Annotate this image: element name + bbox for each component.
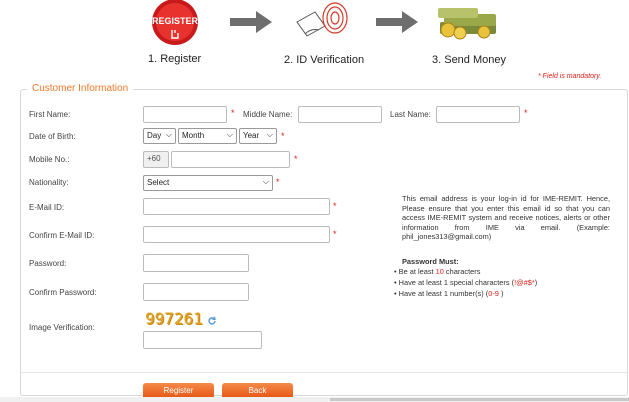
section-title: Customer Information: [27, 83, 134, 94]
required-marker: *: [333, 229, 337, 239]
chevron-down-icon: ⌵: [262, 177, 269, 186]
required-marker: *: [276, 177, 280, 187]
first-name-input[interactable]: [143, 106, 227, 123]
dob-month-select[interactable]: Month ⌵: [178, 128, 237, 144]
scrollbar-thumb[interactable]: [330, 398, 629, 401]
dob-day-value: Day: [147, 131, 162, 140]
register-hand-icon: REGISTER: [152, 0, 199, 45]
last-name-label: Last Name:: [390, 110, 431, 119]
nationality-select[interactable]: Select ⌵: [143, 175, 273, 191]
rule-text: Have at least 1 number(s) (: [398, 289, 489, 298]
mandatory-note: * Field is mandatory.: [538, 73, 602, 80]
last-name-input[interactable]: [436, 106, 520, 123]
required-marker: *: [231, 108, 235, 118]
required-marker: *: [333, 201, 337, 211]
dob-year-select[interactable]: Year ⌵: [239, 128, 277, 144]
middle-name-label: Middle Name:: [243, 110, 293, 119]
mobile-prefix: +60: [143, 151, 169, 168]
password-rules-title: Password Must:: [402, 257, 459, 266]
rule-text: ): [498, 289, 504, 298]
dob-day-select[interactable]: Day ⌵: [143, 128, 176, 144]
nationality-value: Select: [147, 178, 170, 187]
rule-value: 0-9: [488, 289, 499, 298]
divider: [21, 372, 627, 373]
email-note: This email address is your log-in id for…: [402, 194, 610, 242]
first-name-label: First Name:: [29, 110, 71, 119]
arrow-right-icon: [230, 11, 272, 33]
back-button[interactable]: Back: [222, 383, 293, 397]
image-verification-label: Image Verification:: [29, 323, 95, 332]
arrow-right-icon: [376, 11, 418, 33]
rule-text: characters: [443, 267, 481, 276]
rule-text: Be at least: [398, 267, 436, 276]
rule-text: Have at least 1 special characters (: [398, 278, 515, 287]
captcha-image: 997261: [145, 309, 203, 328]
password-rule-number: • Have at least 1 number(s) (0-9 ): [394, 289, 504, 298]
svg-text:REGISTER: REGISTER: [152, 16, 199, 26]
required-marker: *: [294, 154, 298, 164]
mobile-input[interactable]: [171, 151, 290, 168]
chevron-down-icon: ⌵: [226, 130, 233, 139]
refresh-icon[interactable]: [207, 316, 217, 326]
password-label: Password:: [29, 259, 67, 268]
rule-value: 10: [435, 267, 444, 276]
confirm-password-input[interactable]: [143, 283, 249, 301]
rule-value: !@#$*: [514, 278, 535, 287]
password-rule-length: • Be at least 10 characters: [394, 267, 481, 276]
step-register: REGISTER: [150, 0, 200, 48]
password-input[interactable]: [143, 254, 249, 272]
confirm-email-label: Confirm E-Mail ID:: [29, 231, 95, 240]
step-1-label: 1. Register: [148, 53, 202, 65]
password-rule-special: • Have at least 1 special characters (!@…: [394, 278, 538, 287]
step-id-verification: [291, 0, 357, 44]
captcha-input[interactable]: [143, 331, 262, 349]
mobile-label: Mobile No.:: [29, 155, 70, 164]
rule-text: ): [534, 278, 538, 287]
chevron-down-icon: ⌵: [165, 130, 172, 139]
required-marker: *: [524, 108, 528, 118]
step-3-label: 3. Send Money: [432, 54, 506, 66]
nationality-label: Nationality:: [29, 178, 69, 187]
fingerprint-card-icon: [296, 2, 348, 37]
email-label: E-Mail ID:: [29, 203, 65, 212]
email-input[interactable]: [143, 198, 330, 215]
middle-name-input[interactable]: [298, 106, 382, 123]
dob-label: Date of Birth:: [29, 132, 76, 141]
confirm-email-input[interactable]: [143, 226, 330, 243]
dob-year-value: Year: [243, 131, 260, 140]
dob-month-value: Month: [182, 131, 205, 140]
confirm-password-label: Confirm Password:: [29, 288, 97, 297]
chevron-down-icon: ⌵: [266, 130, 273, 139]
money-stack-icon: [438, 8, 496, 40]
step-2-label: 2. ID Verification: [284, 54, 365, 66]
register-button[interactable]: Register: [143, 383, 214, 397]
step-send-money: [434, 4, 504, 40]
required-marker: *: [281, 131, 285, 141]
